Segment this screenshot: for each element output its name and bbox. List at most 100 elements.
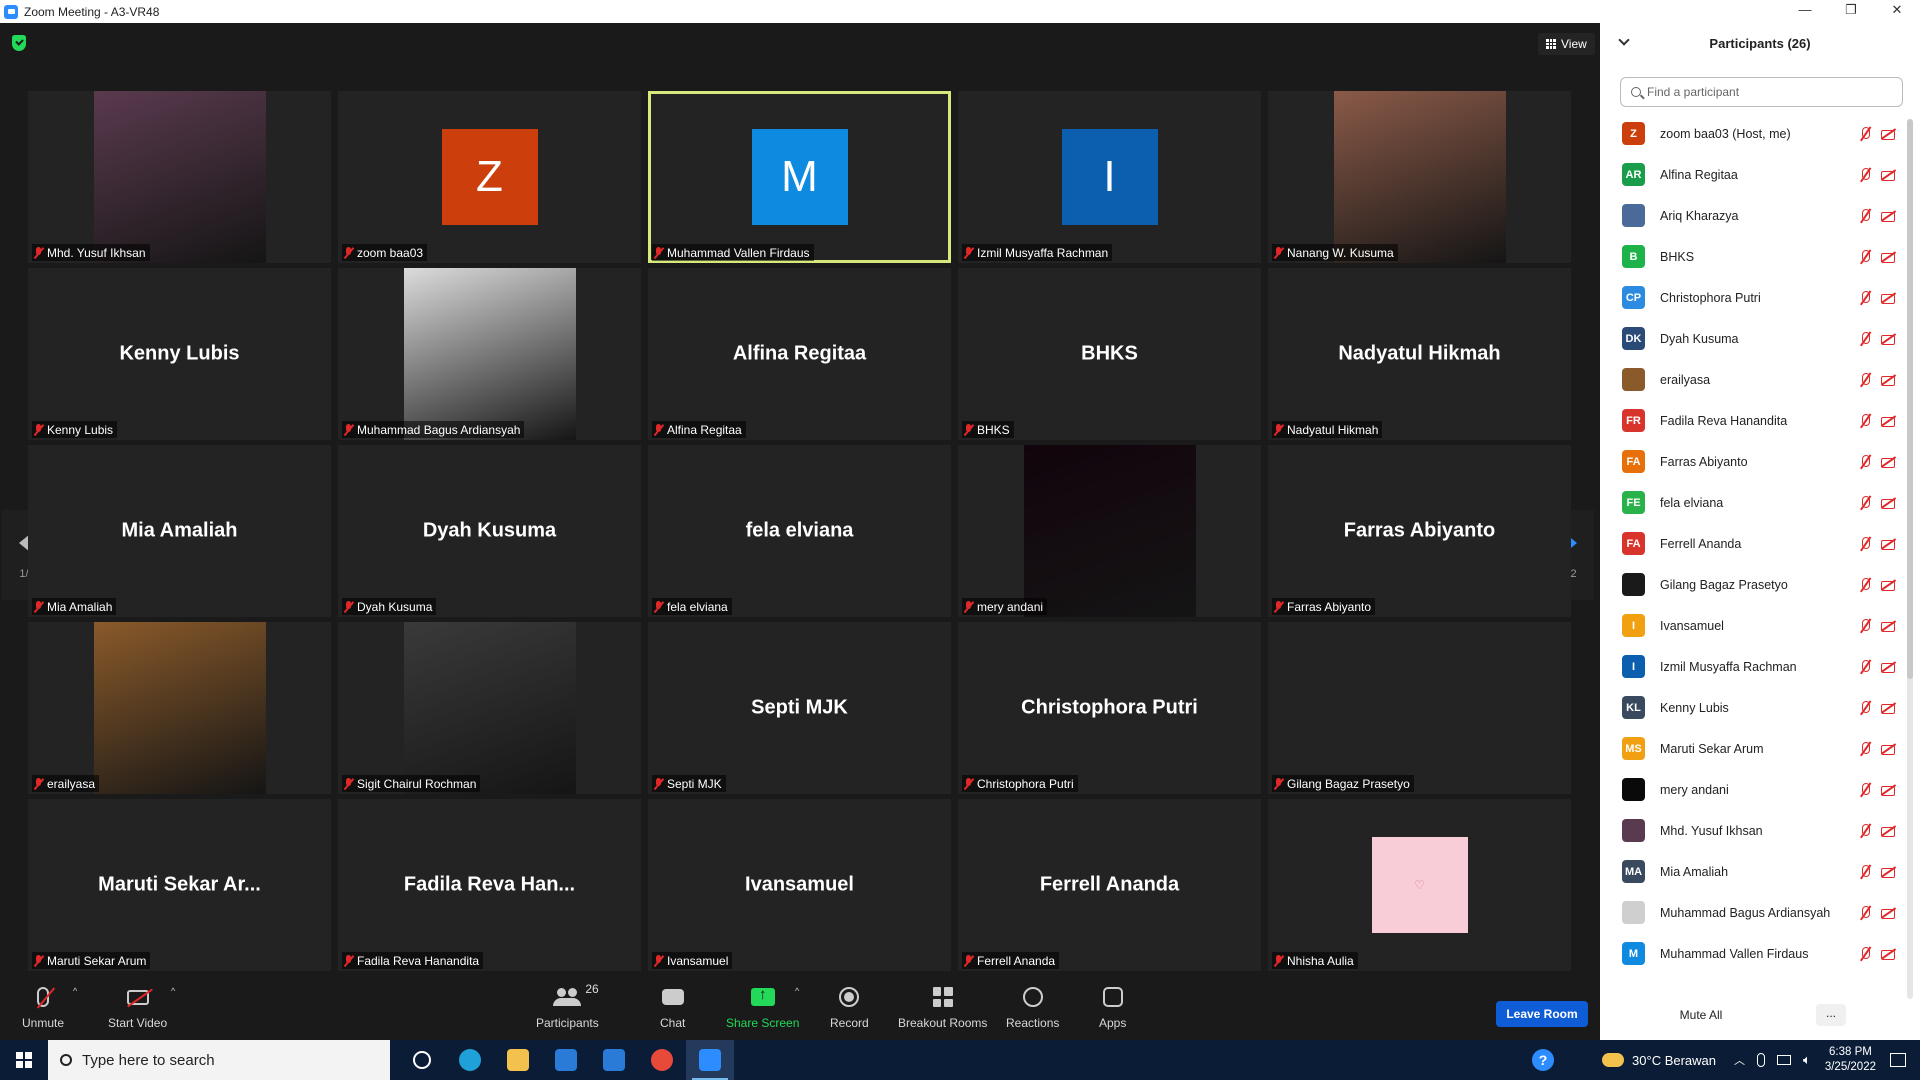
taskbar-app-button[interactable] [686,1040,734,1080]
share-options-caret[interactable]: ^ [795,986,799,996]
share-screen-icon [750,986,775,1006]
participant-row[interactable]: DK Dyah Kusuma [1600,318,1905,359]
tile-display-name: Nadyatul Hikmah [1338,342,1501,365]
participant-row[interactable]: FA Farras Abiyanto [1600,441,1905,482]
weather-text[interactable]: 30°C Berawan [1632,1053,1716,1068]
leave-room-button[interactable]: Leave Room [1496,1001,1588,1027]
participant-list-scrollbar[interactable] [1907,119,1913,999]
video-tile[interactable]: Christophora Putri Christophora Putri [958,622,1261,794]
unmute-button[interactable]: Unmute [22,984,64,1030]
video-tile[interactable]: M Muhammad Vallen Firdaus [648,91,951,263]
video-tile[interactable]: Zzoom baa03 [338,91,641,263]
participant-row[interactable]: Gilang Bagaz Prasetyo [1600,564,1905,605]
participant-row[interactable]: Ariq Kharazya [1600,195,1905,236]
participant-row[interactable]: Zzoom baa03 (Host, me) [1600,113,1905,154]
taskbar-app-button[interactable] [446,1040,494,1080]
participant-name: Izmil Musyaffa Rachman [1660,659,1797,674]
participant-row[interactable]: B BHKS [1600,236,1905,277]
video-tile[interactable]: Muhammad Bagus Ardiansyah [338,268,641,440]
tile-name-label: fela elviana [652,598,732,615]
video-tile[interactable]: Nanang W. Kusuma [1268,91,1571,263]
video-tile[interactable]: Ivansamuel Ivansamuel [648,799,951,971]
video-tile[interactable]: Gilang Bagaz Prasetyo [1268,622,1571,794]
taskbar-search-box[interactable]: Type here to search [48,1040,390,1080]
taskbar-app-button[interactable] [398,1040,446,1080]
weather-icon[interactable] [1602,1053,1625,1067]
video-options-caret[interactable]: ^ [171,986,175,996]
participant-search-input[interactable]: Find a participant [1620,77,1903,107]
video-tile[interactable]: mery andani [958,445,1261,617]
volume-icon[interactable]: 🔈︎ [1803,1052,1811,1068]
view-button[interactable]: View [1538,33,1595,55]
participant-row[interactable]: FE fela elviana [1600,482,1905,523]
video-tile[interactable]: Fadila Reva Han... Fadila Reva Hanandita [338,799,641,971]
participant-row[interactable]: mery andani [1600,769,1905,810]
participant-row[interactable]: erailyasa [1600,359,1905,400]
share-screen-button[interactable]: Share Screen [726,984,799,1030]
video-tile[interactable]: ♡ Nhisha Aulia [1268,799,1571,971]
video-tile[interactable]: Maruti Sekar Ar... Maruti Sekar Arum [28,799,331,971]
video-tile[interactable]: erailyasa [28,622,331,794]
video-tile[interactable]: Mhd. Yusuf Ikhsan [28,91,331,263]
chat-button[interactable]: Chat [660,984,685,1030]
video-tile[interactable]: Farras Abiyanto Farras Abiyanto [1268,445,1571,617]
network-icon[interactable] [1777,1055,1792,1065]
start-button[interactable] [0,1040,48,1080]
share-screen-label: Share Screen [726,1016,800,1030]
participant-row[interactable]: MS Maruti Sekar Arum [1600,728,1905,769]
close-button[interactable]: ✕ [1874,0,1920,23]
breakout-rooms-button[interactable]: Breakout Rooms [898,984,987,1030]
help-icon[interactable]: ? [1532,1049,1555,1071]
record-button[interactable]: Record [830,984,869,1030]
reactions-button[interactable]: Reactions [1006,984,1059,1030]
video-tile[interactable]: Dyah Kusuma Dyah Kusuma [338,445,641,617]
participants-button[interactable]: 26 Participants [536,982,599,1030]
taskbar-app-button[interactable] [590,1040,638,1080]
video-tile[interactable]: Septi MJK Septi MJK [648,622,951,794]
video-tile[interactable]: Nadyatul Hikmah Nadyatul Hikmah [1268,268,1571,440]
start-video-label: Start Video [108,1016,168,1030]
taskbar-app-button[interactable] [638,1040,686,1080]
audio-options-caret[interactable]: ^ [73,986,77,996]
clock[interactable]: 6:38 PM 3/25/2022 [1825,1045,1876,1075]
participant-row[interactable]: CP Christophora Putri [1600,277,1905,318]
more-options-button[interactable]: ... [1816,1004,1846,1026]
mic-muted-icon [1857,249,1873,265]
video-tile[interactable]: Ferrell Ananda Ferrell Ananda [958,799,1261,971]
participant-row[interactable]: FA Ferrell Ananda [1600,523,1905,564]
apps-button[interactable]: Apps [1099,984,1126,1030]
video-tile[interactable]: Kenny Lubis Kenny Lubis [28,268,331,440]
video-tile[interactable]: I Izmil Musyaffa Rachman [958,91,1261,263]
maximize-button[interactable]: ❐ [1828,0,1874,23]
participant-row[interactable]: KL Kenny Lubis [1600,687,1905,728]
video-off-icon [1880,126,1896,142]
participant-name: Mia Amaliah [1660,864,1729,879]
tile-display-name: Farras Abiyanto [1343,519,1496,542]
security-shield-icon[interactable] [12,35,26,51]
participant-row[interactable]: AR Alfina Regitaa [1600,154,1905,195]
participant-row[interactable]: Mhd. Yusuf Ikhsan [1600,810,1905,851]
minimize-button[interactable]: — [1782,0,1828,23]
microphone-icon[interactable] [1757,1053,1766,1067]
taskbar-app-button[interactable] [542,1040,590,1080]
video-tile[interactable]: fela elviana fela elviana [648,445,951,617]
mute-all-button[interactable]: Mute All [1670,1004,1732,1026]
notifications-icon[interactable] [1890,1053,1906,1067]
participant-row[interactable]: M Muhammad Vallen Firdaus [1600,933,1905,974]
taskbar-app-button[interactable] [494,1040,542,1080]
participant-row[interactable]: Muhammad Bagus Ardiansyah [1600,892,1905,933]
participant-name: Fadila Reva Hanandita [1660,413,1788,428]
taskbar-apps [398,1040,734,1080]
participant-row[interactable]: MA Mia Amaliah [1600,851,1905,892]
mic-muted-icon [964,246,973,259]
participant-row[interactable]: FR Fadila Reva Hanandita [1600,400,1905,441]
participant-row[interactable]: I Ivansamuel [1600,605,1905,646]
video-tile[interactable]: BHKS BHKS [958,268,1261,440]
start-video-button[interactable]: Start Video [108,984,167,1030]
video-off-icon [1880,413,1896,429]
chevron-up-icon[interactable]: ︿ [1734,1052,1745,1068]
participant-row[interactable]: I Izmil Musyaffa Rachman [1600,646,1905,687]
video-tile[interactable]: Alfina Regitaa Alfina Regitaa [648,268,951,440]
video-tile[interactable]: Mia Amaliah Mia Amaliah [28,445,331,617]
video-tile[interactable]: Sigit Chairul Rochman [338,622,641,794]
